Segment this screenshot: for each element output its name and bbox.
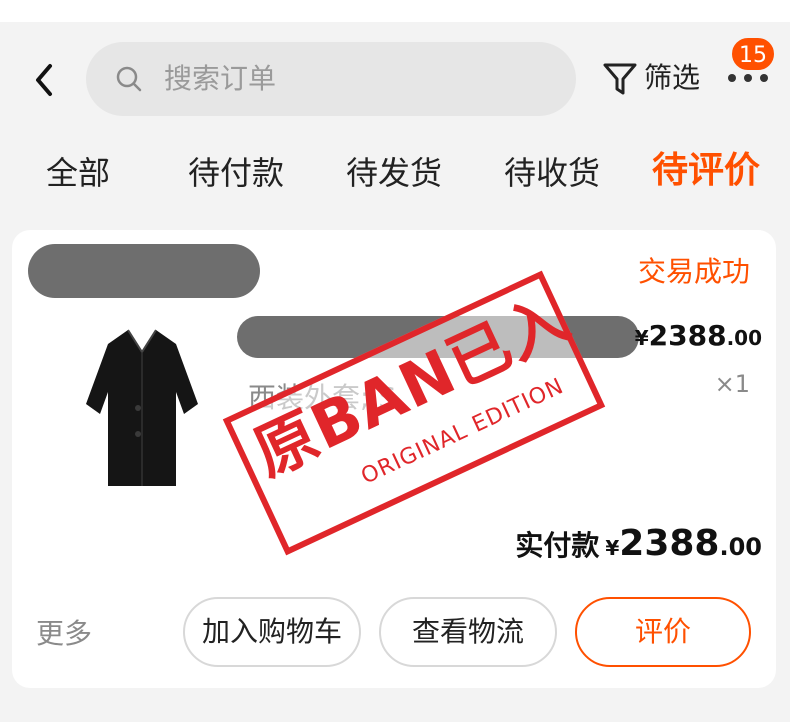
tab-pending-payment[interactable]: 待付款 bbox=[188, 148, 284, 198]
product-quantity: ×1 bbox=[714, 370, 750, 398]
price-decimal: .00 bbox=[726, 326, 762, 350]
currency-symbol: ¥ bbox=[634, 326, 649, 350]
paid-decimal: .00 bbox=[719, 533, 762, 561]
tab-pending-receipt[interactable]: 待收货 bbox=[504, 148, 600, 198]
item-price: ¥2388.00 bbox=[635, 316, 762, 360]
tab-pending-review[interactable]: 待评价 bbox=[652, 146, 760, 196]
tab-all[interactable]: 全部 bbox=[46, 148, 110, 198]
filter-label: 筛选 bbox=[644, 61, 701, 94]
chevron-left-icon bbox=[36, 64, 52, 96]
actual-payment: 实付款 ¥2388.00 bbox=[515, 522, 762, 572]
dot bbox=[728, 74, 736, 82]
search-icon bbox=[116, 66, 142, 92]
tab-pending-shipment[interactable]: 待发货 bbox=[346, 148, 442, 198]
dot bbox=[744, 74, 752, 82]
search-bar[interactable]: 搜索订单 bbox=[86, 42, 576, 116]
paid-label: 实付款 bbox=[515, 529, 600, 562]
paid-currency-symbol: ¥ bbox=[605, 536, 620, 560]
funnel-icon bbox=[603, 63, 637, 95]
add-to-cart-button[interactable]: 加入购物车 bbox=[183, 597, 361, 667]
more-link[interactable]: 更多 bbox=[36, 614, 92, 654]
notification-badge: 15 bbox=[730, 36, 776, 72]
back-button[interactable] bbox=[28, 58, 64, 102]
paid-integer: 2388 bbox=[619, 523, 720, 564]
status-bar-area bbox=[0, 0, 790, 22]
dot bbox=[760, 74, 768, 82]
shop-name-redacted[interactable] bbox=[28, 244, 260, 298]
order-status: 交易成功 bbox=[637, 255, 750, 288]
review-button[interactable]: 评价 bbox=[575, 597, 751, 667]
search-placeholder: 搜索订单 bbox=[164, 62, 277, 95]
product-image[interactable] bbox=[72, 322, 212, 496]
view-logistics-button[interactable]: 查看物流 bbox=[379, 597, 557, 667]
price-integer: 2388 bbox=[648, 319, 727, 352]
